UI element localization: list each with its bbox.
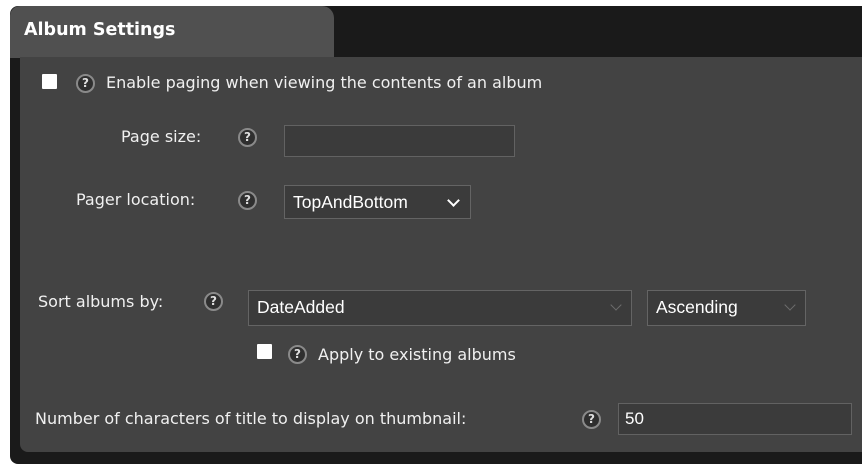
pager-location-value: TopAndBottom <box>293 192 408 212</box>
apply-existing-checkbox[interactable] <box>257 344 272 359</box>
help-icon[interactable]: ? <box>204 292 223 311</box>
help-icon[interactable]: ? <box>582 410 601 429</box>
help-icon[interactable]: ? <box>238 128 257 147</box>
thumbnail-title-chars-label: Number of characters of title to display… <box>35 409 467 428</box>
enable-paging-label[interactable]: Enable paging when viewing the contents … <box>106 73 542 92</box>
help-icon[interactable]: ? <box>238 191 257 210</box>
sort-direction-select[interactable]: Ascending <box>647 290 806 326</box>
enable-paging-checkbox[interactable] <box>42 74 57 89</box>
chevron-down-icon <box>784 299 796 311</box>
panel-title: Album Settings <box>24 20 176 40</box>
sort-albums-label: Sort albums by: <box>38 292 164 311</box>
page-size-input[interactable] <box>284 125 515 157</box>
apply-existing-label[interactable]: Apply to existing albums <box>318 345 516 364</box>
sort-field-select[interactable]: DateAdded <box>248 290 632 326</box>
pager-location-select[interactable]: TopAndBottom <box>284 185 471 219</box>
settings-content: ? Enable paging when viewing the content… <box>20 57 862 452</box>
thumbnail-title-chars-input[interactable]: 50 <box>618 403 852 435</box>
sort-field-value: DateAdded <box>257 297 345 317</box>
help-icon[interactable]: ? <box>288 345 307 364</box>
sort-direction-value: Ascending <box>656 297 738 317</box>
help-icon[interactable]: ? <box>76 74 95 93</box>
chevron-down-icon <box>610 299 622 311</box>
chevron-down-icon <box>447 194 460 207</box>
page-size-label: Page size: <box>121 127 202 146</box>
pager-location-label: Pager location: <box>76 190 196 209</box>
